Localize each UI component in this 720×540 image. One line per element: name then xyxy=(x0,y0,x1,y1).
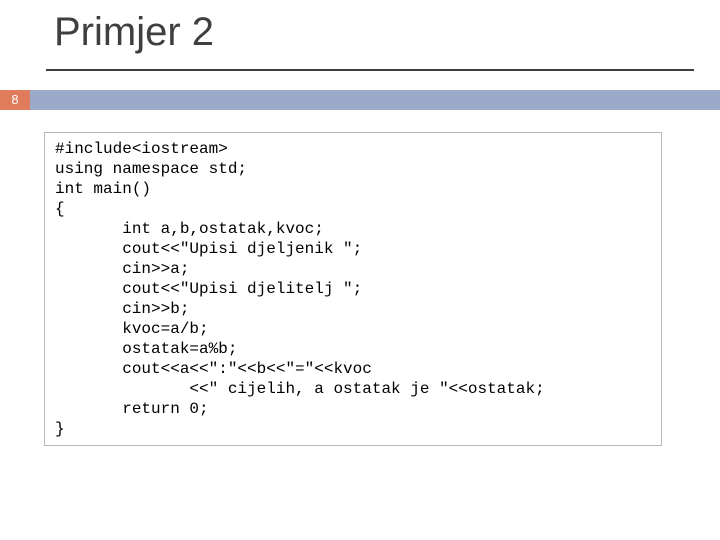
code-line: cout<<"Upisi djeljenik "; xyxy=(55,240,362,258)
code-block: #include<iostream> using namespace std; … xyxy=(55,139,651,439)
code-line: <<" cijelih, a ostatak je "<<ostatak; xyxy=(55,380,545,398)
code-line: kvoc=a/b; xyxy=(55,320,209,338)
code-line: cout<<"Upisi djelitelj "; xyxy=(55,280,362,298)
slide: Primjer 2 8 #include<iostream> using nam… xyxy=(0,0,720,540)
code-line: int main() xyxy=(55,180,151,198)
code-line: cin>>b; xyxy=(55,300,189,318)
page-number: 8 xyxy=(0,90,30,110)
code-line: } xyxy=(55,420,65,438)
code-box: #include<iostream> using namespace std; … xyxy=(44,132,662,446)
code-line: #include<iostream> xyxy=(55,140,228,158)
code-line: ostatak=a%b; xyxy=(55,340,237,358)
code-line: using namespace std; xyxy=(55,160,247,178)
code-line: { xyxy=(55,200,65,218)
code-line: cin>>a; xyxy=(55,260,189,278)
title-underline xyxy=(46,69,694,71)
code-line: int a,b,ostatak,kvoc; xyxy=(55,220,324,238)
code-line: return 0; xyxy=(55,400,209,418)
slide-title: Primjer 2 xyxy=(54,10,214,55)
code-line: cout<<a<<":"<<b<<"="<<kvoc xyxy=(55,360,372,378)
header-band xyxy=(30,90,720,110)
